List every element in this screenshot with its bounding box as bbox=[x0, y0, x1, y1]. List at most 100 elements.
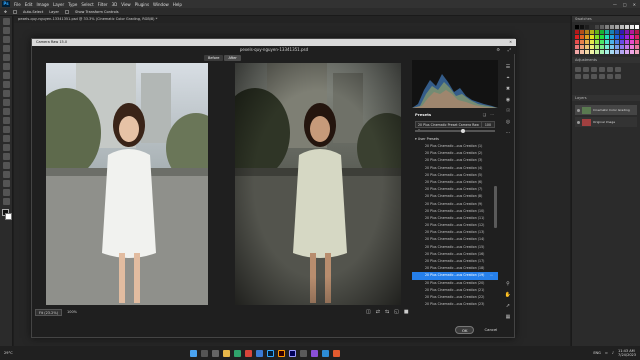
zoom-percent[interactable]: 100% bbox=[64, 309, 80, 316]
menu-help[interactable]: Help bbox=[171, 2, 184, 7]
background-color-swatch[interactable] bbox=[5, 213, 12, 220]
color-swatch[interactable] bbox=[635, 25, 639, 29]
color-swatch[interactable] bbox=[585, 35, 589, 39]
menu-plugins[interactable]: Plugins bbox=[133, 2, 151, 7]
gradient-tool[interactable] bbox=[3, 126, 10, 133]
copy-settings-icon[interactable]: ⇆ bbox=[385, 309, 389, 315]
crop-tool[interactable] bbox=[3, 54, 10, 61]
panel-toggle-icon[interactable]: ■ bbox=[404, 309, 409, 315]
menu-edit[interactable]: Edit bbox=[23, 2, 35, 7]
preset-item[interactable]: 20 Plus Cinematic...ous Creation (23) bbox=[412, 301, 498, 308]
preset-amount-field[interactable]: 100 bbox=[480, 122, 494, 127]
preset-item[interactable]: 20 Plus Cinematic...ous Creation (8) bbox=[412, 193, 498, 200]
eye-icon[interactable] bbox=[577, 120, 580, 124]
color-swatch[interactable] bbox=[600, 50, 604, 54]
marquee-tool[interactable] bbox=[3, 27, 10, 34]
color-swatch[interactable] bbox=[605, 45, 609, 49]
menu-view[interactable]: View bbox=[119, 2, 133, 7]
preset-item[interactable]: 20 Plus Cinematic...ous Creation (13) bbox=[412, 229, 498, 236]
presets-icon[interactable]: ◎ bbox=[506, 119, 510, 125]
preset-item[interactable]: 20 Plus Cinematic...ous Creation (17) bbox=[412, 258, 498, 265]
color-swatch[interactable] bbox=[590, 30, 594, 34]
color-swatch[interactable] bbox=[610, 30, 614, 34]
minimize-icon[interactable]: — bbox=[613, 2, 617, 7]
sampler-icon[interactable]: ➚ bbox=[506, 303, 510, 309]
color-swatch[interactable] bbox=[635, 50, 639, 54]
color-swatch[interactable] bbox=[625, 30, 629, 34]
photoshop-taskbar-icon[interactable] bbox=[267, 349, 274, 357]
photo-filter-icon[interactable] bbox=[591, 74, 597, 79]
preset-item[interactable]: 20 Plus Cinematic...ous Creation (20) bbox=[412, 280, 498, 287]
color-swatch[interactable] bbox=[575, 30, 579, 34]
color-swatch[interactable] bbox=[580, 30, 584, 34]
color-swatch[interactable] bbox=[575, 35, 579, 39]
ok-button[interactable]: OK bbox=[455, 326, 475, 334]
language-indicator[interactable]: ENG bbox=[593, 351, 601, 355]
color-swatch[interactable] bbox=[610, 50, 614, 54]
hand-tool[interactable] bbox=[3, 189, 10, 196]
edit-icon[interactable]: ☰ bbox=[506, 64, 510, 70]
color-swatch[interactable] bbox=[625, 50, 629, 54]
color-swatch[interactable] bbox=[595, 35, 599, 39]
menu-filter[interactable]: Filter bbox=[96, 2, 110, 7]
fullscreen-icon[interactable]: ⤢ bbox=[508, 46, 511, 54]
color-swatch[interactable] bbox=[610, 25, 614, 29]
menu-select[interactable]: Select bbox=[79, 2, 95, 7]
menu-window[interactable]: Window bbox=[151, 2, 171, 7]
close-icon[interactable]: ✕ bbox=[633, 2, 636, 7]
preset-item[interactable]: 20 Plus Cinematic...ous Creation (18) bbox=[412, 265, 498, 272]
color-swatch[interactable] bbox=[595, 50, 599, 54]
color-swatch[interactable] bbox=[585, 50, 589, 54]
color-swatch[interactable] bbox=[595, 25, 599, 29]
black-white-icon[interactable] bbox=[583, 74, 589, 79]
color-swatch[interactable] bbox=[615, 40, 619, 44]
color-swatch[interactable] bbox=[595, 40, 599, 44]
preset-item[interactable]: 20 Plus Cinematic...ous Creation (22) bbox=[412, 294, 498, 301]
swap-icon[interactable]: ⇄ bbox=[376, 309, 380, 315]
color-swatch[interactable] bbox=[630, 45, 634, 49]
color-swatch[interactable] bbox=[630, 25, 634, 29]
color-swatch[interactable] bbox=[630, 50, 634, 54]
new-preset-icon[interactable]: ❏ bbox=[483, 111, 486, 119]
preset-list-scrollbar[interactable] bbox=[494, 186, 497, 228]
app-icon[interactable] bbox=[333, 349, 340, 357]
preset-item[interactable]: 20 Plus Cinematic...ous Creation (9) bbox=[412, 201, 498, 208]
chrome-icon[interactable] bbox=[245, 349, 252, 357]
color-swatch[interactable] bbox=[620, 35, 624, 39]
lasso-tool[interactable] bbox=[3, 36, 10, 43]
color-swatch[interactable] bbox=[605, 40, 609, 44]
color-swatch[interactable] bbox=[615, 30, 619, 34]
color-swatch[interactable] bbox=[635, 30, 639, 34]
color-swatch[interactable] bbox=[610, 45, 614, 49]
color-swatch[interactable] bbox=[595, 45, 599, 49]
zoom-icon[interactable]: ⚲ bbox=[506, 281, 510, 287]
eyedropper-tool[interactable] bbox=[3, 72, 10, 79]
color-swatch[interactable] bbox=[595, 30, 599, 34]
color-balance-icon[interactable] bbox=[575, 74, 581, 79]
move-tool[interactable] bbox=[3, 18, 10, 25]
menu-type[interactable]: Type bbox=[66, 2, 79, 7]
color-swatch[interactable] bbox=[605, 35, 609, 39]
wifi-icon[interactable]: ≈ bbox=[605, 351, 608, 355]
color-swatch[interactable] bbox=[590, 25, 594, 29]
color-swatch[interactable] bbox=[590, 45, 594, 49]
mask-icon[interactable]: ◉ bbox=[506, 97, 510, 103]
layers-panel-title[interactable]: Layers bbox=[575, 96, 587, 100]
color-swatch[interactable] bbox=[620, 50, 624, 54]
preset-item[interactable]: 20 Plus Cinematic...ous Creation (14) bbox=[412, 236, 498, 243]
color-swatch[interactable] bbox=[625, 40, 629, 44]
brightness-icon[interactable] bbox=[575, 67, 581, 72]
clock[interactable]: 11:43 AM 7/24/2023 bbox=[618, 349, 636, 357]
hand-icon[interactable]: ✋ bbox=[505, 292, 511, 298]
preset-item[interactable]: 20 Plus Cinematic...ous Creation (7) bbox=[412, 186, 498, 193]
preset-item[interactable]: 20 Plus Cinematic...ous Creation (15) bbox=[412, 244, 498, 251]
preset-item[interactable]: 20 Plus Cinematic...ous Creation (12) bbox=[412, 222, 498, 229]
layer-row[interactable]: Cinematic Color Grading bbox=[575, 105, 637, 115]
color-swatch[interactable] bbox=[605, 25, 609, 29]
color-swatch[interactable] bbox=[630, 30, 634, 34]
more-options-icon[interactable]: ⋯ bbox=[490, 111, 494, 119]
levels-icon[interactable] bbox=[583, 67, 589, 72]
preset-amount-slider[interactable] bbox=[415, 129, 495, 133]
preset-item[interactable]: 20 Plus Cinematic...ous Creation (1) bbox=[412, 143, 498, 150]
color-swatch[interactable] bbox=[605, 30, 609, 34]
